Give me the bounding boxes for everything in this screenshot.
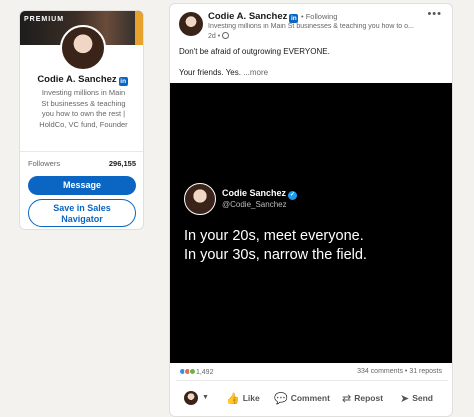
bio-line: St businesses & teaching [41,98,126,108]
comment-icon: 💬 [274,393,288,405]
reactions-summary[interactable]: 1,492 [179,368,213,376]
author-row: Codie A. Sanchez in • Following [208,11,337,23]
more-options-icon[interactable]: ••• [427,8,442,20]
support-reaction-icon [189,368,196,375]
post-text-line: Don't be afraid of outgrowing EVERYONE. [179,47,330,56]
profile-name-text: Codie A. Sanchez [37,74,117,85]
save-label-line: Save in Sales [53,203,111,213]
linkedin-premium-icon: in [289,14,299,23]
profile-card: PREMIUM Codie A. Sanchez in Investing mil… [19,10,144,230]
send-label: Send [412,393,433,403]
divider [176,380,448,381]
comments-reposts-count[interactable]: 334 comments • 31 reposts [357,368,442,375]
followers-label: Followers [28,159,61,168]
followers-row: Followers 296,155 [28,159,136,168]
post-time: 2d • [208,33,221,40]
like-label: Like [242,393,260,403]
author-headline: Investing millions in Main St businesses… [208,23,414,30]
post-actions: ▼ 👍 Like 💬 Comment ⇄ Repost ➤ Send [170,390,452,408]
author-name[interactable]: Codie A. Sanchez [208,11,287,22]
save-in-sales-navigator-button[interactable]: Save in Sales Navigator [28,199,136,227]
like-icon: 👍 [226,393,240,405]
send-button[interactable]: ➤ Send [400,392,433,405]
followers-count: 296,155 [108,159,136,168]
tweet-author-name: Codie Sanchez [222,188,287,198]
premium-badge: PREMIUM [24,16,65,23]
tweet-text-line: In your 30s, narrow the field. [184,247,367,263]
divider [20,151,143,152]
post-text-line2: Your friends. Yes. [179,68,241,77]
tweet-text-line: In your 20s, meet everyone. [184,228,364,244]
see-more-link[interactable]: ...more [241,68,268,77]
reaction-count: 1,492 [195,369,214,376]
repost-button[interactable]: ⇄ Repost [342,392,383,405]
chevron-down-icon[interactable]: ▼ [202,394,209,401]
post-text-line: Your friends. Yes. ...more [179,68,268,77]
banner-accent [135,11,143,45]
globe-icon [222,32,230,39]
save-label-line: Navigator [61,214,103,224]
message-button[interactable]: Message [28,176,136,195]
bio-line: Investing millions in Main [41,88,126,97]
profile-avatar[interactable] [60,25,106,71]
post-card: Codie A. Sanchez in • Following Investing… [169,3,453,417]
tweet-avatar [184,183,216,215]
comment-button[interactable]: 💬 Comment [274,392,330,405]
comment-label: Comment [290,393,330,403]
reactor-avatar[interactable] [184,391,198,405]
repost-label: Repost [354,393,384,403]
profile-name[interactable]: Codie A. Sanchez in [20,74,143,86]
linkedin-premium-icon: in [118,77,128,86]
tweet-handle: @Codie_Sanchez [222,200,287,209]
tweet-author: Codie Sanchez ✓ [222,188,298,200]
author-avatar[interactable] [179,12,203,36]
send-icon: ➤ [400,393,410,405]
verified-icon: ✓ [288,191,298,200]
post-timestamp: 2d • [208,32,230,40]
repost-icon: ⇄ [342,393,352,405]
following-status: • Following [301,12,338,21]
like-button[interactable]: 👍 Like [226,392,260,405]
bio-line: HoldCo, VC fund, Founder [39,119,128,129]
bio-line: you how to own the rest | [41,109,126,118]
profile-bio: Investing millions in Main St businesses… [30,88,137,130]
post-image[interactable]: Codie Sanchez ✓ @Codie_Sanchez In your 20… [170,83,452,363]
